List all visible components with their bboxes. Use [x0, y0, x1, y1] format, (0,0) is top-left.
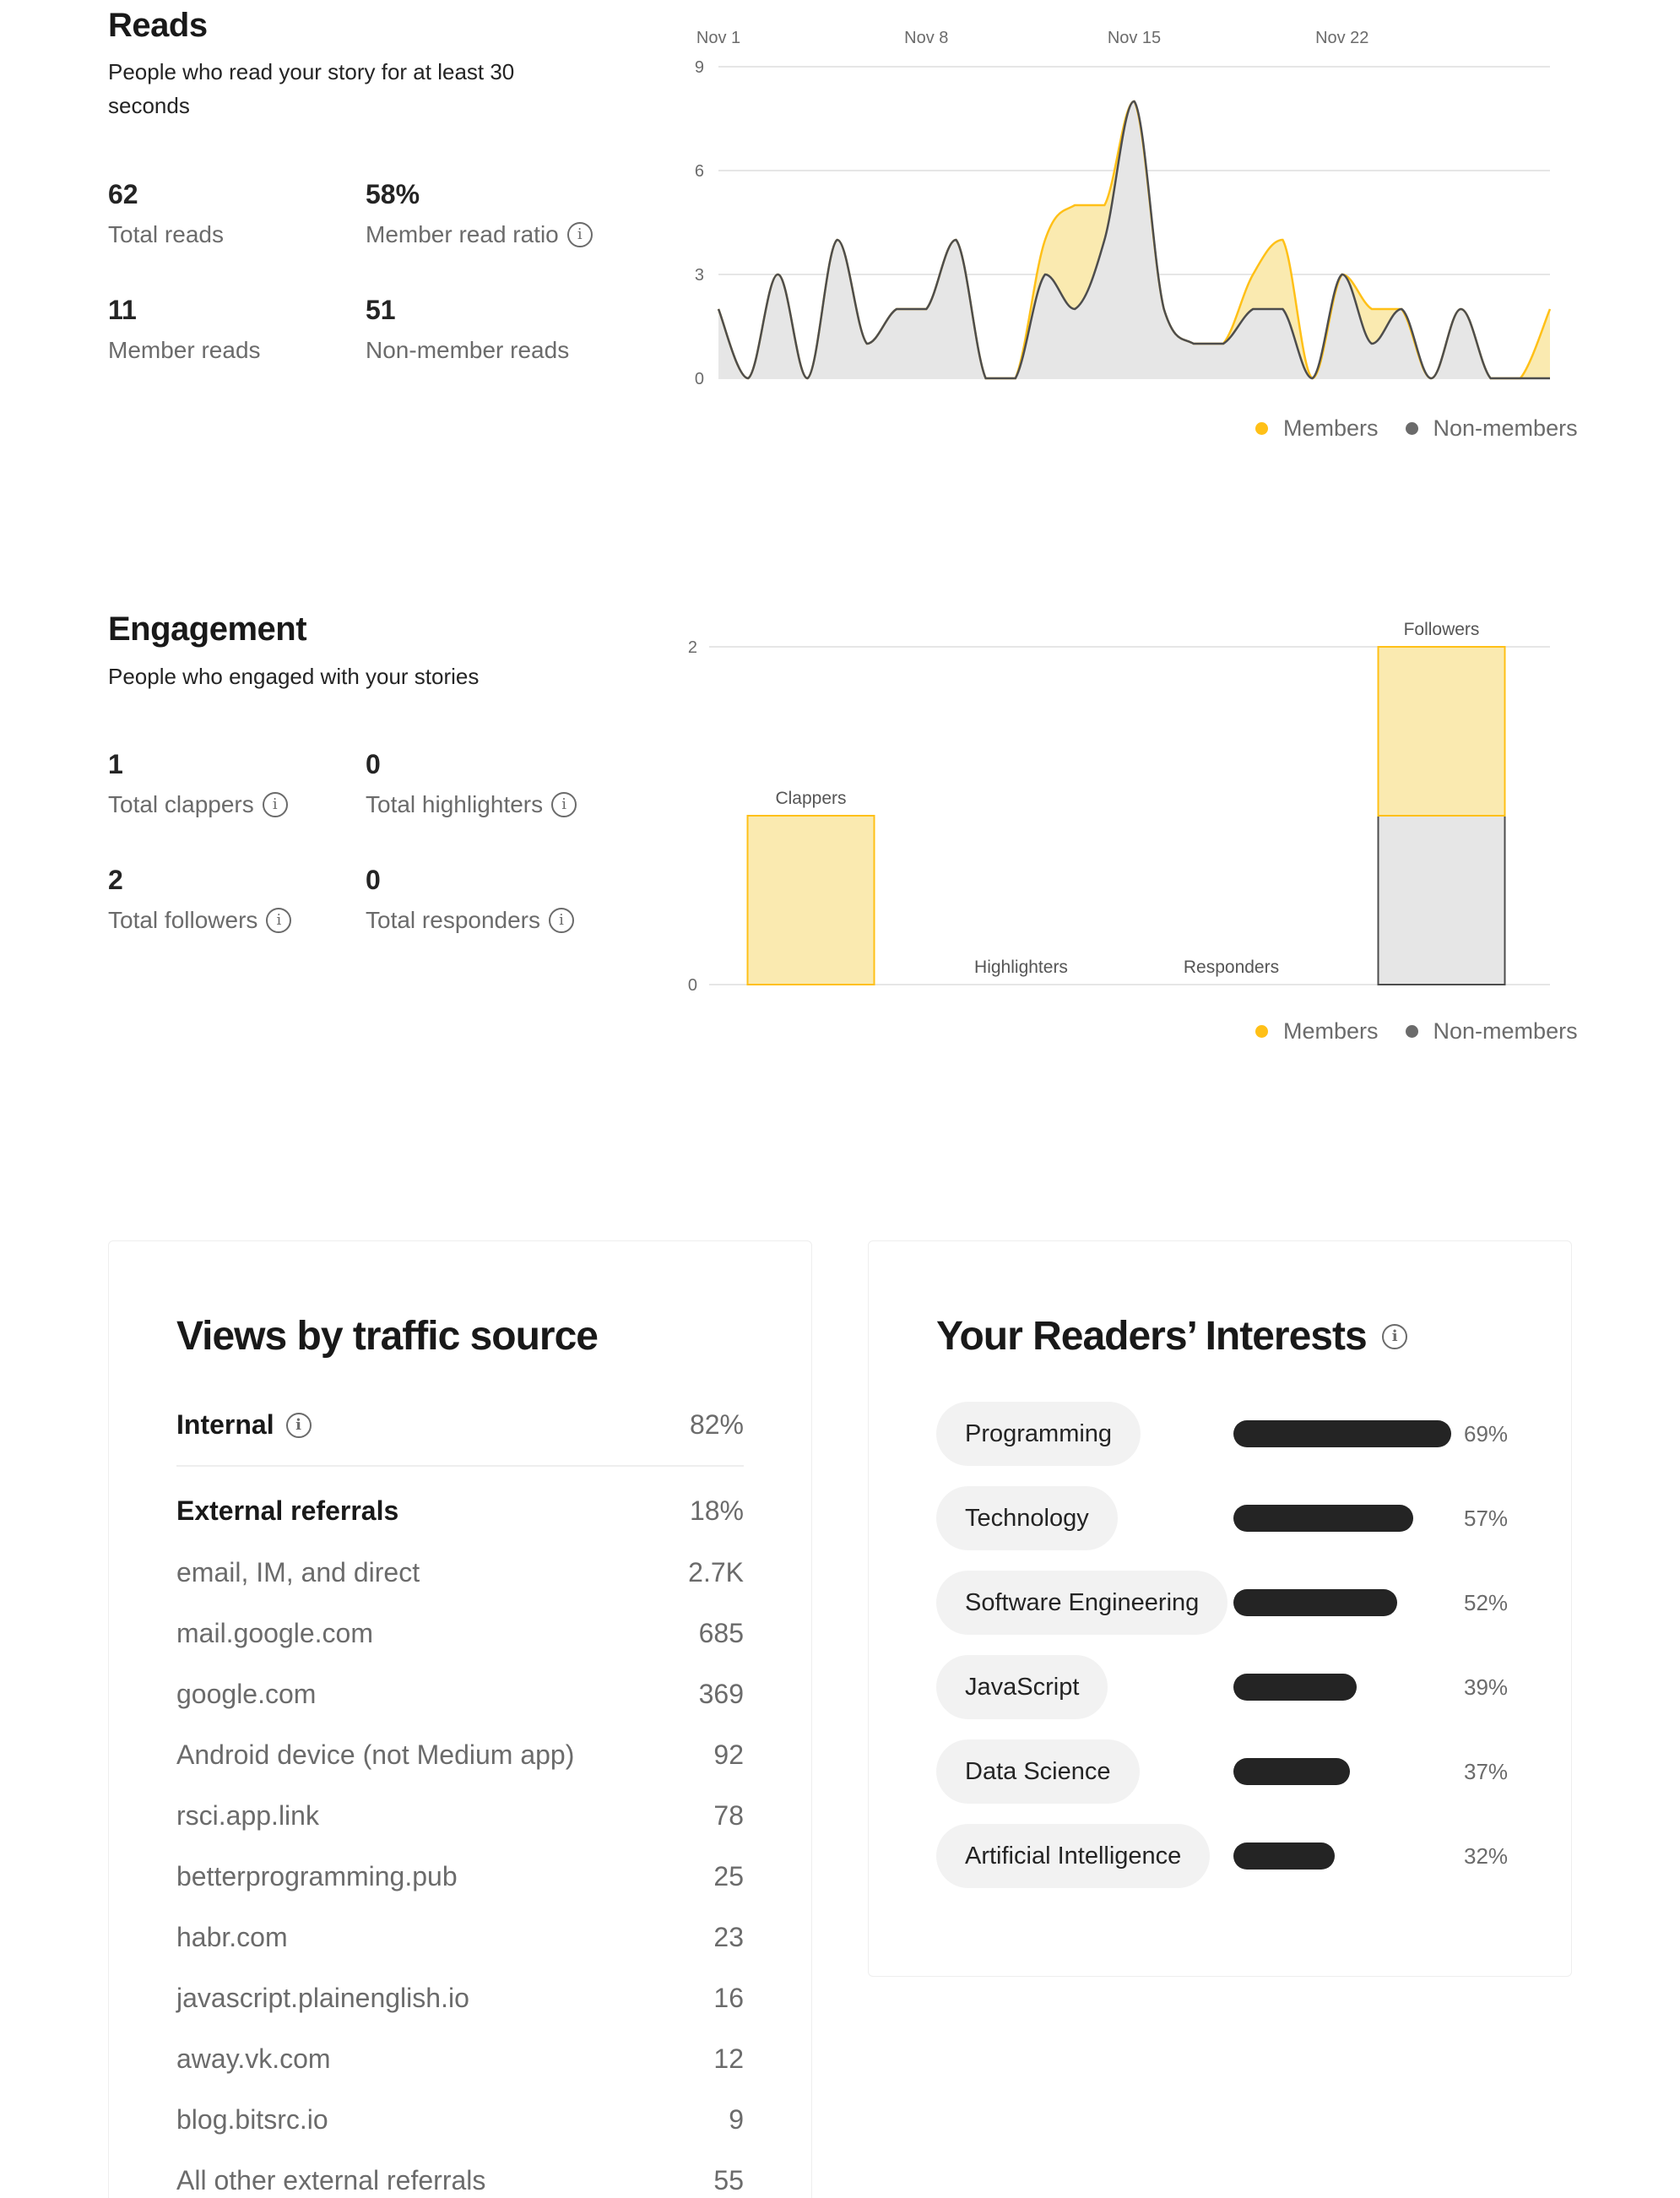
traffic-row-value: 2.7K: [688, 1557, 744, 1587]
traffic-row-value: 25: [713, 1861, 744, 1891]
legend-label: Members: [1283, 1018, 1379, 1044]
interest-row: Technology 57%: [936, 1486, 1527, 1550]
interest-row: Data Science 37%: [936, 1739, 1527, 1804]
traffic-card-title: Views by traffic source: [176, 1313, 599, 1360]
y-tick-label: 2: [688, 638, 697, 657]
traffic-row-label: rsci.app.link: [176, 1800, 319, 1831]
interest-tag[interactable]: Technology: [936, 1486, 1118, 1550]
traffic-row-value: 9: [729, 2104, 744, 2135]
legend-members: Members: [1255, 1018, 1379, 1045]
traffic-row-label: javascript.plainenglish.io: [176, 1983, 469, 2013]
traffic-internal-label: Internal: [176, 1409, 274, 1440]
interest-percent: 37%: [1464, 1758, 1509, 1784]
traffic-internal-value: 82%: [689, 1409, 744, 1440]
traffic-row-value: 55: [713, 2165, 744, 2195]
interest-row: Artificial Intelligence 32%: [936, 1824, 1527, 1888]
interests-title-text: Your Readers’ Interests: [936, 1314, 1368, 1359]
bar-members-clappers: [746, 815, 875, 985]
bar-label: Responders: [1184, 958, 1279, 977]
interest-bar: [1233, 1674, 1357, 1701]
traffic-divider: [176, 1465, 744, 1467]
traffic-row: Android device (not Medium app) 92: [176, 1739, 744, 1771]
traffic-row: javascript.plainenglish.io 16: [176, 1983, 744, 2014]
traffic-row-label: away.vk.com: [176, 2043, 331, 2074]
bar-members-followers: [1377, 646, 1506, 817]
traffic-row: mail.google.com 685: [176, 1618, 744, 1649]
interest-row: JavaScript 39%: [936, 1655, 1527, 1719]
info-icon[interactable]: i: [1381, 1323, 1407, 1349]
readers-interests-card: Your Readers’ Interests i Programming 69…: [868, 1240, 1572, 1977]
traffic-row: email, IM, and direct 2.7K: [176, 1557, 744, 1588]
traffic-row-label: All other external referrals: [176, 2165, 486, 2195]
interest-tag[interactable]: Software Engineering: [936, 1571, 1228, 1635]
y-tick-label: 0: [688, 976, 697, 995]
traffic-row-value: 92: [713, 1739, 744, 1770]
traffic-row-label: mail.google.com: [176, 1618, 373, 1648]
bar-label: Followers: [1404, 620, 1480, 639]
bar-non-members-followers: [1377, 815, 1506, 985]
traffic-row: away.vk.com 12: [176, 2043, 744, 2075]
traffic-row-value: 16: [713, 1983, 744, 2013]
interest-percent: 32%: [1464, 1843, 1509, 1869]
interests-card-title: Your Readers’ Interests i: [936, 1313, 1407, 1360]
interest-row: Programming 69%: [936, 1402, 1527, 1466]
traffic-row: betterprogramming.pub 25: [176, 1861, 744, 1892]
traffic-row-label: google.com: [176, 1679, 317, 1709]
traffic-row: All other external referrals 55: [176, 2165, 744, 2196]
traffic-row: blog.bitsrc.io 9: [176, 2104, 744, 2136]
interest-bar: [1233, 1589, 1398, 1616]
traffic-internal-row: Internal i 82%: [176, 1409, 744, 1441]
interest-percent: 52%: [1464, 1589, 1509, 1615]
traffic-row: google.com 369: [176, 1679, 744, 1710]
interest-tag[interactable]: Data Science: [936, 1739, 1140, 1804]
traffic-external-label: External referrals: [176, 1495, 399, 1526]
interest-bar: [1233, 1843, 1335, 1870]
interest-bar: [1233, 1505, 1414, 1532]
interest-percent: 57%: [1464, 1505, 1509, 1531]
traffic-row-value: 685: [698, 1618, 744, 1648]
traffic-row-label: blog.bitsrc.io: [176, 2104, 328, 2135]
info-icon[interactable]: i: [285, 1412, 312, 1438]
legend-label: Non-members: [1433, 1018, 1578, 1044]
traffic-title-text: Views by traffic source: [176, 1314, 599, 1359]
traffic-row: habr.com 23: [176, 1922, 744, 1953]
interest-bar: [1233, 1758, 1351, 1785]
legend-dot-non-members: [1405, 1025, 1418, 1038]
traffic-row-value: 369: [698, 1679, 744, 1709]
engagement-chart[interactable]: 0 2 Clappers Highlighters Responders Follower…: [0, 0, 1680, 1013]
interest-tag[interactable]: Artificial Intelligence: [936, 1824, 1211, 1888]
traffic-row-label: betterprogramming.pub: [176, 1861, 458, 1891]
bar-label: Highlighters: [974, 958, 1068, 977]
traffic-row-value: 23: [713, 1922, 744, 1952]
traffic-row-label: habr.com: [176, 1922, 288, 1952]
traffic-row-label: Android device (not Medium app): [176, 1739, 575, 1770]
legend-non-members: Non-members: [1405, 1018, 1578, 1045]
traffic-row-value: 78: [713, 1800, 744, 1831]
legend-dot-members: [1255, 1025, 1268, 1038]
traffic-row: rsci.app.link 78: [176, 1800, 744, 1832]
interest-row: Software Engineering 52%: [936, 1571, 1527, 1635]
interest-percent: 39%: [1464, 1674, 1509, 1700]
interest-tag[interactable]: Programming: [936, 1402, 1141, 1466]
interest-percent: 69%: [1464, 1420, 1509, 1446]
traffic-external-row: External referrals 18%: [176, 1495, 744, 1527]
traffic-row-value: 12: [713, 2043, 744, 2074]
traffic-row-label: email, IM, and direct: [176, 1557, 420, 1587]
traffic-source-card: Views by traffic source Internal i 82% Ex…: [108, 1240, 812, 2198]
engagement-legend: Members Non-members: [1255, 1018, 1578, 1045]
traffic-external-value: 18%: [689, 1495, 744, 1526]
bar-label: Clappers: [775, 789, 846, 808]
interest-bar: [1233, 1420, 1451, 1447]
interest-tag[interactable]: JavaScript: [936, 1655, 1108, 1719]
